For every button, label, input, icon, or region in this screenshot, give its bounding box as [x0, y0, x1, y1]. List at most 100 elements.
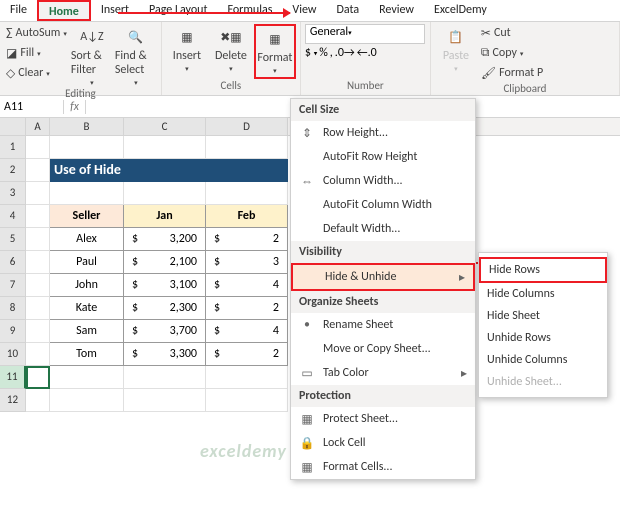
sigma-icon: ∑ [6, 26, 13, 40]
row-header-6[interactable]: 6 [0, 251, 26, 274]
row-height-icon: ⇕ [299, 125, 315, 141]
menu-format-cells[interactable]: ▦Format Cells... [291, 455, 475, 479]
format-icon: ▦ [264, 28, 286, 50]
submenu-hide-columns[interactable]: Hide Columns [479, 283, 607, 305]
paste-icon: 📋 [445, 26, 467, 48]
title-cell[interactable]: Use of Hide Opti [50, 159, 124, 182]
ribbon-body: ∑AutoSum ▾ ◪Fill ▾ ◇Clear ▾ A↓Z Sort & F… [0, 22, 620, 96]
header-jan[interactable]: Jan [124, 205, 206, 228]
menu-rename-sheet[interactable]: •Rename Sheet [291, 313, 475, 337]
tab-review[interactable]: Review [369, 0, 424, 21]
sort-icon: A↓Z [81, 26, 103, 48]
row-header-8[interactable]: 8 [0, 297, 26, 320]
lock-icon: 🔒 [299, 435, 315, 451]
tab-color-icon: ▭ [299, 365, 315, 381]
tab-exceldemy[interactable]: ExcelDemy [424, 0, 497, 21]
menu-autofit-column[interactable]: AutoFit Column Width [291, 193, 475, 217]
format-cells-icon: ▦ [299, 459, 315, 475]
delete-icon: ✖▦ [220, 26, 242, 48]
submenu-arrow-icon: ▸ [459, 270, 465, 285]
menu-row-height[interactable]: ⇕Row Height... [291, 121, 475, 145]
format-button[interactable]: ▦ Format▾ [254, 24, 296, 79]
find-icon: 🔍 [125, 26, 147, 48]
menu-section-visibility: Visibility [291, 241, 475, 263]
col-header-b[interactable]: B [50, 118, 124, 135]
comma-button[interactable]: , [330, 46, 333, 60]
copy-button[interactable]: ⧉Copy ▾ [479, 44, 545, 62]
cut-button[interactable]: ✂Cut [479, 24, 545, 42]
scissors-icon: ✂ [481, 26, 491, 41]
ribbon-tabs: File Home Insert Page Layout Formulas Vi… [0, 0, 620, 22]
increase-decimal-button[interactable]: .0→ [335, 46, 355, 60]
copy-icon: ⧉ [481, 46, 490, 60]
fill-icon: ◪ [6, 46, 17, 61]
menu-move-copy-sheet[interactable]: Move or Copy Sheet... [291, 337, 475, 361]
submenu-hide-rows[interactable]: Hide Rows [479, 257, 607, 283]
rename-icon: • [299, 317, 315, 333]
menu-hide-unhide[interactable]: Hide & Unhide▸ [291, 263, 475, 291]
sort-filter-button[interactable]: A↓Z Sort & Filter▾ [71, 24, 113, 87]
menu-section-organize: Organize Sheets [291, 291, 475, 313]
group-clipboard: 📋 Paste▾ ✂Cut ⧉Copy ▾ 🖌Format P Clipboar… [431, 22, 620, 95]
menu-column-width[interactable]: ⇔Column Width... [291, 169, 475, 193]
hide-unhide-submenu: Hide Rows Hide Columns Hide Sheet Unhide… [478, 252, 608, 398]
submenu-hide-sheet[interactable]: Hide Sheet [479, 305, 607, 327]
insert-button[interactable]: ▦ Insert▾ [166, 24, 208, 79]
row-header-4[interactable]: 4 [0, 205, 26, 228]
eraser-icon: ◇ [6, 66, 15, 81]
tab-home[interactable]: Home [37, 0, 91, 21]
menu-protect-sheet[interactable]: ▦Protect Sheet... [291, 407, 475, 431]
autosum-button[interactable]: ∑AutoSum ▾ [4, 24, 69, 42]
number-format-select[interactable]: General▾ [305, 24, 425, 44]
brush-icon: 🖌 [481, 66, 496, 81]
tab-insert[interactable]: Insert [91, 0, 139, 21]
row-header-12[interactable]: 12 [0, 389, 26, 412]
tab-file[interactable]: File [0, 0, 37, 21]
decrease-decimal-button[interactable]: ←.0 [357, 46, 377, 60]
name-box[interactable]: A11 [0, 100, 64, 114]
select-all-triangle[interactable] [0, 118, 26, 135]
group-label-number: Number [305, 79, 426, 93]
row-header-3[interactable]: 3 [0, 182, 26, 205]
col-header-c[interactable]: C [124, 118, 206, 135]
row-header-2[interactable]: 2 [0, 159, 26, 182]
header-seller[interactable]: Seller [50, 205, 124, 228]
delete-button[interactable]: ✖▦ Delete▾ [210, 24, 252, 79]
annotation-arrow [118, 12, 290, 14]
header-feb[interactable]: Feb [206, 205, 288, 228]
row-header-9[interactable]: 9 [0, 320, 26, 343]
row-header-11[interactable]: 11 [0, 366, 26, 389]
col-header-a[interactable]: A [26, 118, 50, 135]
menu-section-protection: Protection [291, 385, 475, 407]
format-dropdown-menu: Cell Size ⇕Row Height... AutoFit Row Hei… [290, 98, 476, 480]
menu-lock-cell[interactable]: 🔒Lock Cell [291, 431, 475, 455]
row-header-1[interactable]: 1 [0, 136, 26, 159]
paste-button[interactable]: 📋 Paste▾ [435, 24, 477, 82]
row-header-7[interactable]: 7 [0, 274, 26, 297]
percent-button[interactable]: % [319, 46, 328, 60]
menu-autofit-row[interactable]: AutoFit Row Height [291, 145, 475, 169]
menu-section-cell-size: Cell Size [291, 99, 475, 121]
row-header-5[interactable]: 5 [0, 228, 26, 251]
col-header-d[interactable]: D [206, 118, 288, 135]
tab-formulas[interactable]: Formulas [217, 0, 282, 21]
row-header-10[interactable]: 10 [0, 343, 26, 366]
fill-button[interactable]: ◪Fill ▾ [4, 44, 69, 62]
watermark: exceldemy [200, 440, 287, 462]
menu-default-width[interactable]: Default Width... [291, 217, 475, 241]
clear-button[interactable]: ◇Clear ▾ [4, 64, 69, 82]
submenu-unhide-sheet: Unhide Sheet... [479, 371, 607, 393]
fx-icon[interactable]: fx [64, 100, 86, 114]
menu-tab-color[interactable]: ▭Tab Color▸ [291, 361, 475, 385]
group-cells: ▦ Insert▾ ✖▦ Delete▾ ▦ Format▾ Cells [162, 22, 301, 95]
currency-button[interactable]: $ ▾ [305, 46, 317, 60]
group-label-cells: Cells [166, 79, 296, 93]
tab-page-layout[interactable]: Page Layout [139, 0, 217, 21]
format-painter-button[interactable]: 🖌Format P [479, 64, 545, 82]
tab-data[interactable]: Data [326, 0, 369, 21]
submenu-unhide-columns[interactable]: Unhide Columns [479, 349, 607, 371]
group-label-clipboard: Clipboard [435, 82, 615, 96]
find-select-button[interactable]: 🔍 Find & Select▾ [115, 24, 157, 87]
submenu-unhide-rows[interactable]: Unhide Rows [479, 327, 607, 349]
group-number: General▾ $ ▾ % , .0→ ←.0 Number [301, 22, 431, 95]
